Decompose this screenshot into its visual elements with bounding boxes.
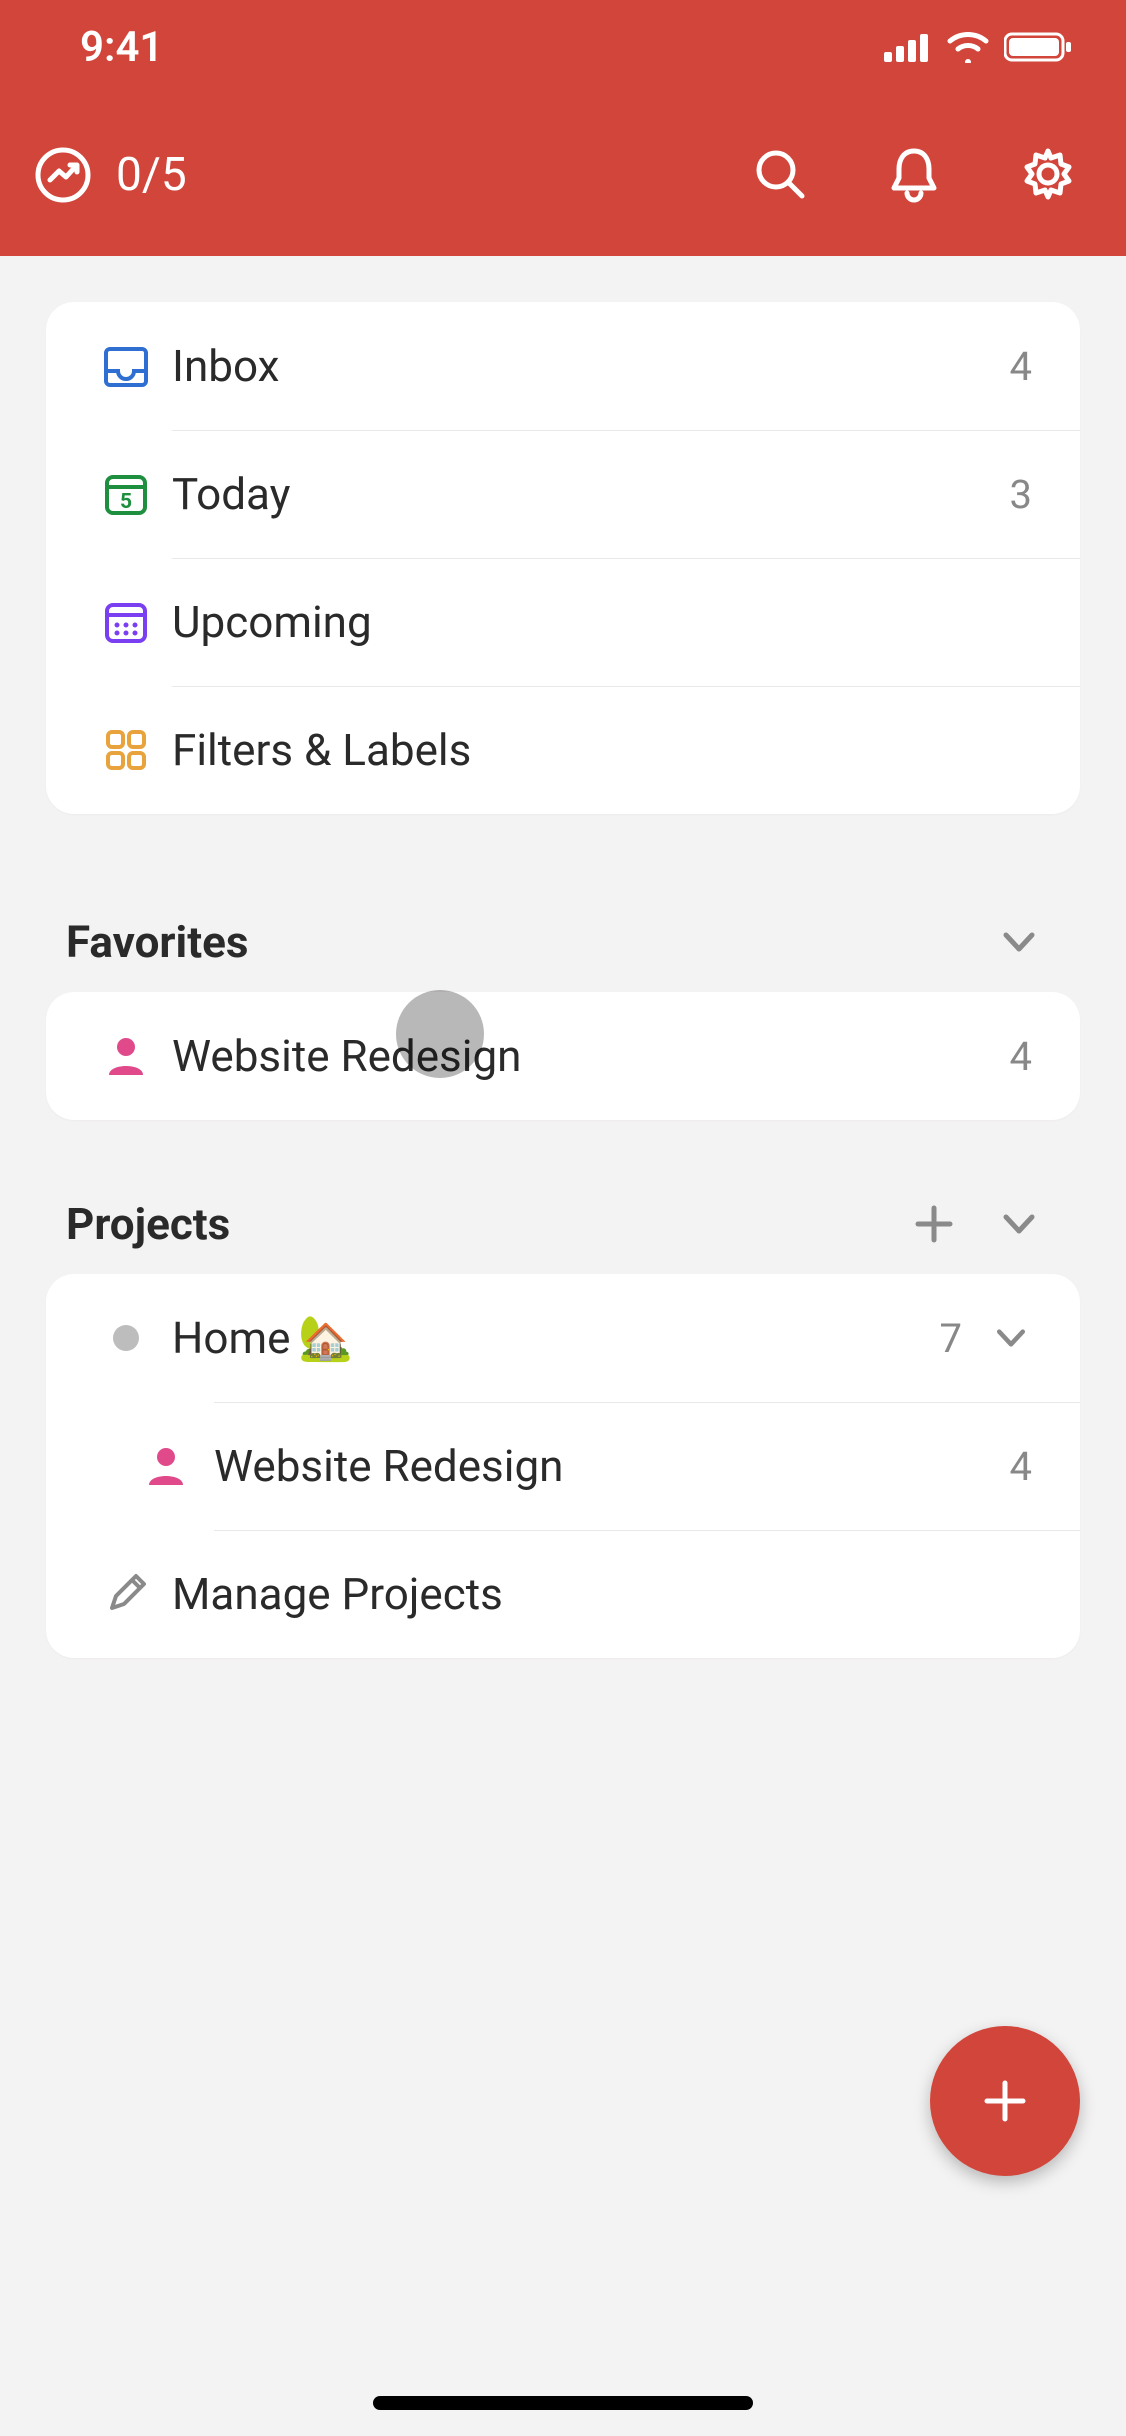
nav-upcoming[interactable]: Upcoming <box>46 558 1080 686</box>
progress-icon <box>34 146 92 204</box>
svg-text:5: 5 <box>120 490 132 514</box>
progress-text: 0/5 <box>116 148 187 202</box>
today-icon: 5 <box>101 469 151 519</box>
wifi-icon <box>946 31 990 63</box>
chevron-down-icon[interactable] <box>992 1319 1030 1357</box>
plus-icon[interactable] <box>912 1202 956 1246</box>
project-color-dot <box>113 1325 139 1351</box>
status-indicators <box>884 31 1074 63</box>
battery-icon <box>1004 31 1074 63</box>
section-title: Projects <box>66 1198 230 1250</box>
person-icon <box>103 1033 149 1079</box>
daily-progress[interactable]: 0/5 <box>34 146 187 204</box>
project-count: 4 <box>1010 1443 1046 1490</box>
upcoming-icon <box>101 597 151 647</box>
notifications-button[interactable] <box>878 137 950 214</box>
favorites-card: Website Redesign 4 <box>46 992 1080 1120</box>
projects-header[interactable]: Projects <box>46 1174 1080 1274</box>
section-title: Favorites <box>66 916 248 968</box>
cellular-icon <box>884 32 932 62</box>
nav-label: Today <box>172 468 290 520</box>
home-indicator <box>373 2396 753 2410</box>
add-task-fab[interactable] <box>930 2026 1080 2176</box>
chevron-down-icon[interactable] <box>998 1203 1040 1245</box>
app-header: 9:41 <box>0 0 1126 256</box>
project-item-home[interactable]: Home 🏡 7 <box>46 1274 1080 1402</box>
header-bar: 0/5 <box>0 94 1126 256</box>
gear-icon <box>1020 146 1076 202</box>
settings-button[interactable] <box>1012 138 1084 213</box>
search-icon <box>752 146 808 202</box>
manage-projects[interactable]: Manage Projects <box>46 1530 1080 1658</box>
status-time: 9:41 <box>80 23 163 72</box>
projects-card: Home 🏡 7 Website Redesign 4 <box>46 1274 1080 1658</box>
nav-filters-labels[interactable]: Filters & Labels <box>46 686 1080 814</box>
nav-label: Inbox <box>172 340 279 392</box>
nav-inbox[interactable]: Inbox 4 <box>46 302 1080 430</box>
nav-count: 3 <box>1010 471 1046 518</box>
grid-icon <box>101 725 151 775</box>
favorites-header[interactable]: Favorites <box>46 892 1080 992</box>
main-content: Inbox 4 5 Today 3 <box>0 256 1126 1704</box>
nav-today[interactable]: 5 Today 3 <box>46 430 1080 558</box>
pencil-icon <box>102 1570 150 1618</box>
favorite-item[interactable]: Website Redesign 4 <box>46 992 1080 1120</box>
nav-label: Filters & Labels <box>172 724 471 776</box>
search-button[interactable] <box>744 138 816 213</box>
person-icon <box>143 1443 189 1489</box>
plus-icon <box>977 2073 1033 2129</box>
chevron-down-icon[interactable] <box>998 921 1040 963</box>
project-emoji: 🏡 <box>298 1312 353 1364</box>
favorite-count: 4 <box>1010 1033 1046 1080</box>
bell-icon <box>886 145 942 203</box>
nav-count: 4 <box>1010 343 1046 390</box>
nav-card: Inbox 4 5 Today 3 <box>46 302 1080 814</box>
project-item-website-redesign[interactable]: Website Redesign 4 <box>46 1402 1080 1530</box>
manage-projects-label: Manage Projects <box>172 1568 503 1620</box>
inbox-icon <box>101 341 151 391</box>
touch-cursor <box>396 990 484 1078</box>
status-bar: 9:41 <box>0 0 1126 94</box>
nav-label: Upcoming <box>172 596 372 648</box>
project-label: Website Redesign <box>214 1440 563 1492</box>
project-label: Home <box>172 1312 290 1364</box>
project-count: 7 <box>940 1315 976 1362</box>
